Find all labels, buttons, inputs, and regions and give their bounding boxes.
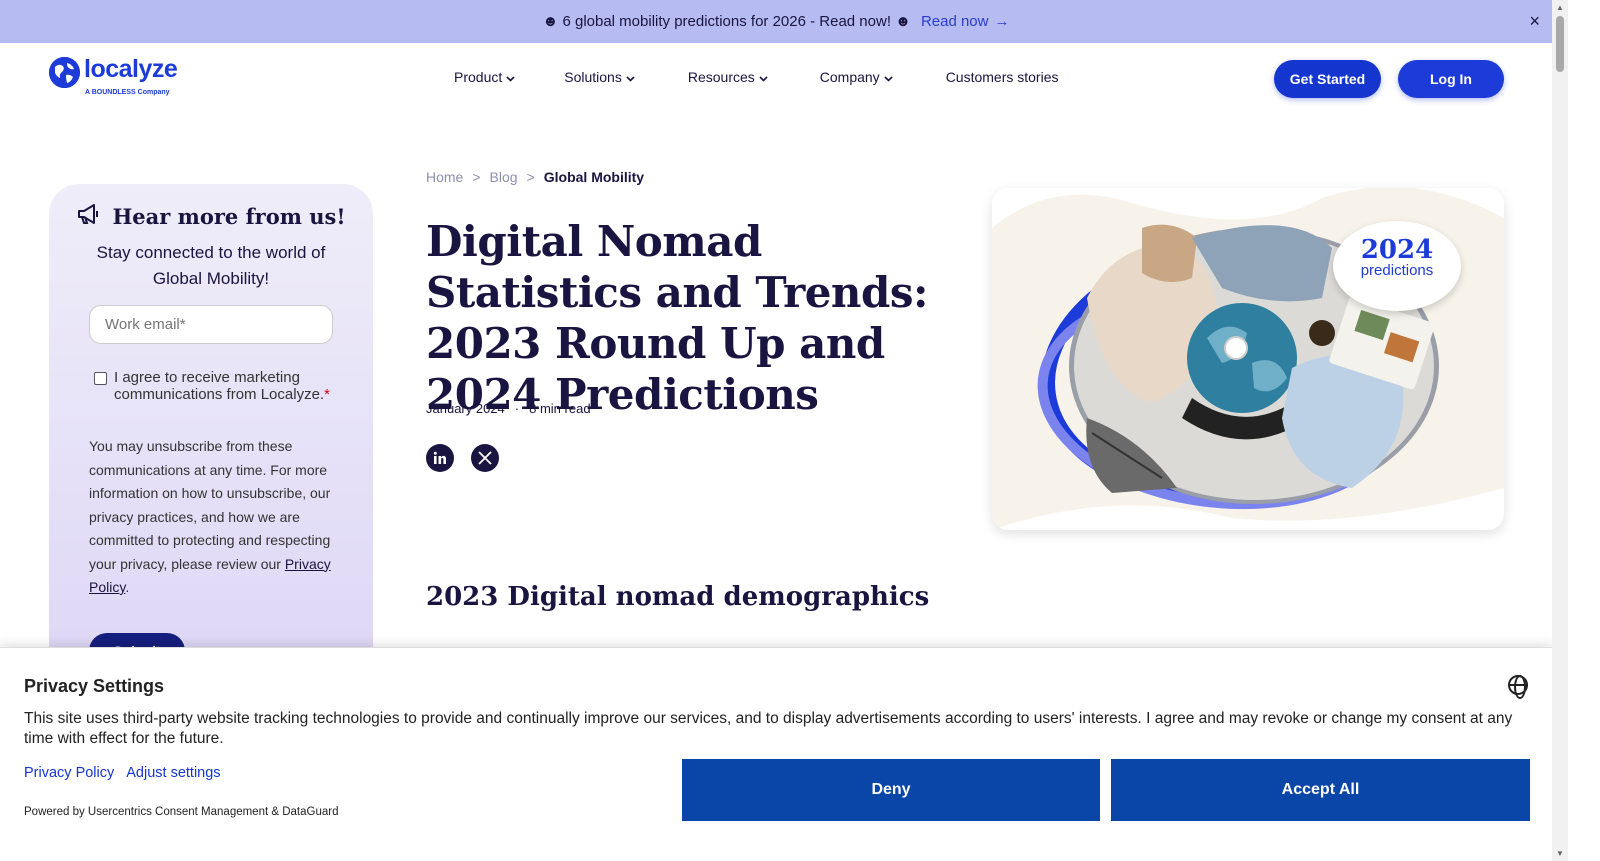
work-email-input[interactable] [89, 305, 333, 344]
x-twitter-icon[interactable] [471, 444, 499, 472]
megaphone-icon [76, 202, 102, 231]
main-navigation: localyze A BOUNDLESS Company Product Sol… [0, 43, 1552, 115]
hero-image: 2024 predictions [992, 188, 1504, 530]
announcement-read-now-link[interactable]: Read now → [921, 13, 1010, 30]
breadcrumb-home[interactable]: Home [426, 169, 463, 185]
close-icon[interactable]: × [1529, 11, 1540, 32]
badge-year: 2024 [1360, 235, 1434, 265]
marketing-consent: I agree to receive marketing communicati… [94, 369, 334, 403]
announcement-bar: ☻ 6 global mobility predictions for 2026… [0, 0, 1552, 43]
consent-privacy-policy-link[interactable]: Privacy Policy [24, 765, 114, 781]
meta-separator: · [514, 401, 520, 416]
consent-body: This site uses third-party website track… [24, 710, 1513, 747]
logo-wordmark: localyze [84, 55, 178, 83]
arrow-right-icon: → [994, 13, 1010, 30]
required-marker: * [324, 386, 330, 403]
nav-item-label: Resources [687, 69, 755, 85]
legal-text: You may unsubscribe from these communica… [89, 438, 331, 572]
language-globe-icon[interactable] [1508, 675, 1528, 699]
nav-item-solutions[interactable]: Solutions [564, 69, 635, 85]
predictions-badge: 2024 predictions [1333, 221, 1461, 311]
nav-item-label: Product [454, 69, 503, 85]
chevron-down-icon [759, 69, 768, 85]
share-links [426, 444, 499, 472]
chevron-down-icon [884, 69, 893, 85]
scroll-up-arrow-icon[interactable]: ▲ [1556, 3, 1564, 12]
breadcrumb-separator: > [526, 169, 535, 185]
get-started-button[interactable]: Get Started [1274, 60, 1381, 98]
article-meta: January 2024 · 8 min read [426, 401, 591, 416]
breadcrumb-current: Global Mobility [543, 169, 645, 185]
linkedin-icon[interactable] [426, 444, 454, 472]
scrollbar-thumb[interactable] [1556, 16, 1564, 72]
unsubscribe-notice: You may unsubscribe from these communica… [89, 435, 339, 600]
nav-item-customer-stories[interactable]: Customers stories [946, 69, 1059, 85]
consent-title: Privacy Settings [24, 676, 165, 696]
legal-end: . [125, 579, 130, 595]
newsletter-card: Hear more from us! Stay connected to the… [49, 184, 373, 704]
log-in-button[interactable]: Log In [1398, 60, 1504, 98]
page-title: Digital Nomad Statistics and Trends: 202… [426, 217, 928, 419]
privacy-consent-banner: Privacy Settings This site uses third-pa… [0, 647, 1552, 861]
nav-item-resources[interactable]: Resources [688, 69, 768, 85]
nav-item-product[interactable]: Product [454, 69, 515, 85]
chevron-down-icon [506, 69, 515, 85]
read-time: 8 min read [529, 401, 591, 416]
newsletter-header: Hear more from us! [49, 202, 373, 231]
deny-button[interactable]: Deny [682, 759, 1100, 821]
globe-logo-icon [49, 57, 80, 88]
logo-subtitle: A BOUNDLESS Company [85, 89, 170, 96]
nav-item-label: Customers stories [945, 69, 1059, 85]
marketing-consent-label: I agree to receive marketing communicati… [114, 369, 334, 403]
breadcrumb-blog[interactable]: Blog [490, 169, 518, 185]
newsletter-heading: Hear more from us! [112, 204, 346, 229]
section-heading: 2023 Digital nomad demographics [426, 582, 930, 612]
read-now-label: Read now [920, 13, 989, 30]
accept-all-button[interactable]: Accept All [1111, 759, 1530, 821]
consent-links: Privacy Policy Adjust settings [24, 765, 221, 781]
page-scrollbar[interactable]: ▲ ▼ [1552, 0, 1568, 861]
powered-by-text: Powered by Usercentrics Consent Manageme… [24, 806, 339, 818]
nav-item-label: Solutions [564, 69, 622, 85]
adjust-settings-link[interactable]: Adjust settings [126, 765, 220, 781]
badge-label: predictions [1360, 262, 1434, 279]
breadcrumb: Home > Blog > Global Mobility [426, 169, 644, 185]
scroll-down-arrow-icon[interactable]: ▼ [1556, 849, 1564, 858]
article-date: January 2024 [426, 401, 505, 416]
breadcrumb-separator: > [472, 169, 481, 185]
agree-text: I agree to receive marketing communicati… [114, 369, 325, 403]
chevron-down-icon [626, 69, 635, 85]
newsletter-subheading: Stay connected to the world of Global Mo… [96, 243, 326, 288]
announcement-text: ☻ 6 global mobility predictions for 2026… [542, 13, 911, 30]
nav-menu: Product Solutions Resources Company Cust… [454, 69, 1059, 85]
nav-item-company[interactable]: Company [820, 69, 893, 85]
marketing-consent-checkbox[interactable] [94, 372, 107, 385]
logo[interactable]: localyze A BOUNDLESS Company [49, 55, 179, 101]
nav-item-label: Company [819, 69, 880, 85]
